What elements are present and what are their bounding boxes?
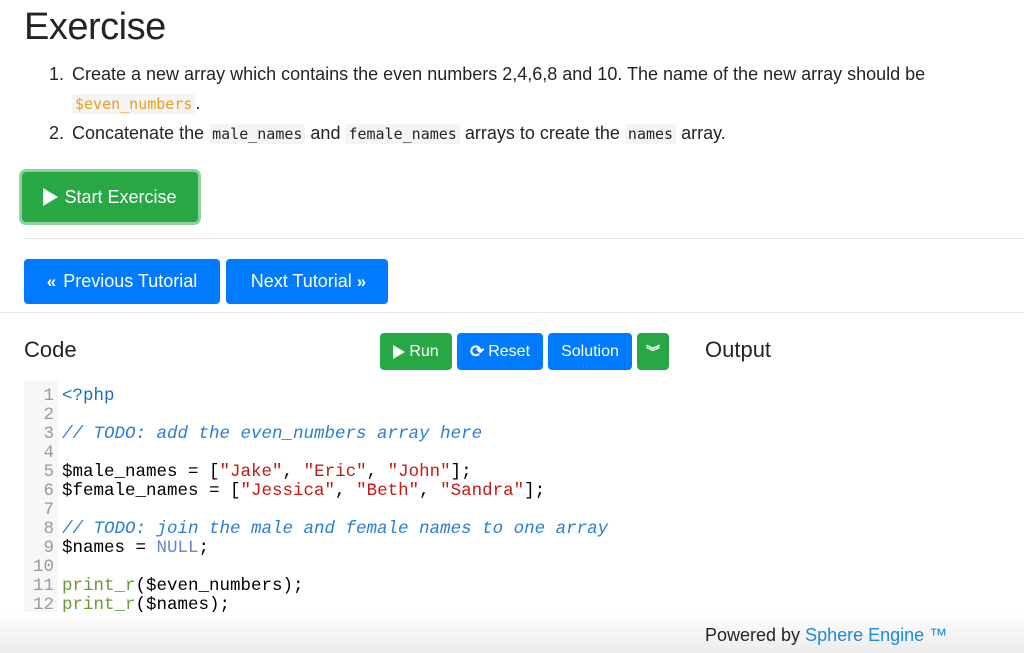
token-tag: <?php <box>62 386 115 406</box>
reset-button[interactable]: ⟳ Reset <box>457 333 543 370</box>
sphere-engine-link[interactable]: Sphere Engine ™ <box>805 625 947 645</box>
line-number: 8 <box>43 519 54 539</box>
line-number: 9 <box>43 538 54 558</box>
page-title: Exercise <box>24 6 166 48</box>
token-string: "Sandra" <box>440 481 525 501</box>
inline-code: names <box>624 124 677 144</box>
chevrons-left-icon: « <box>46 271 57 291</box>
token-comment: // TODO: join the male and female names … <box>62 519 609 539</box>
code-text: print_r($even_numbers); <box>62 577 304 596</box>
token: $male_names = [ <box>62 462 220 482</box>
token-func: print_r <box>62 576 136 596</box>
divider <box>24 238 1024 239</box>
code-editor[interactable]: 1 <?php 2 3 // TODO: add the even_numbers ar… <box>24 381 674 621</box>
instructions-list: 1. Create a new array which contains the… <box>40 60 1000 149</box>
refresh-icon: ⟳ <box>469 341 485 361</box>
line-number: 4 <box>43 443 54 463</box>
token: ]; <box>524 481 546 501</box>
previous-tutorial-button[interactable]: « Previous Tutorial <box>24 259 220 304</box>
play-icon <box>393 344 406 359</box>
line-number: 5 <box>43 462 54 482</box>
line-number: 6 <box>43 481 54 501</box>
instruction-item: 1. Create a new array which contains the… <box>40 60 1000 119</box>
token: ]; <box>450 462 472 482</box>
token-string: "Beth" <box>356 481 420 501</box>
inline-code: $even_numbers <box>72 94 196 114</box>
instruction-text: and <box>305 123 346 143</box>
instruction-text: Create a new array which contains the ev… <box>72 64 926 84</box>
instruction-item: 2. Concatenate the male_names and female… <box>40 119 1000 149</box>
code-text: <?php <box>62 387 115 406</box>
next-tutorial-button[interactable]: Next Tutorial » <box>226 259 388 304</box>
reset-label: Reset <box>488 342 531 360</box>
token-comment: // TODO: add the even_numbers array here <box>62 424 483 444</box>
footer: Powered by Sphere Engine ™ <box>705 625 947 646</box>
token-string: "Jessica" <box>240 481 336 501</box>
solution-button[interactable]: Solution <box>548 333 632 370</box>
instruction-text: array. <box>676 123 726 143</box>
previous-tutorial-label: Previous Tutorial <box>63 271 198 291</box>
token: $names = <box>62 538 157 558</box>
start-exercise-label: Start Exercise <box>64 186 177 207</box>
output-section-title: Output <box>705 337 772 362</box>
inline-code: male_names <box>209 124 306 144</box>
start-exercise-button[interactable]: Start Exercise <box>22 172 198 222</box>
solution-label: Solution <box>561 342 619 360</box>
code-text: // TODO: add the even_numbers array here <box>62 425 482 444</box>
token-string: "John" <box>387 462 451 482</box>
powered-by-text: Powered by <box>705 625 806 645</box>
line-number: 2 <box>43 405 54 425</box>
line-number: 7 <box>43 500 54 520</box>
code-section-title: Code <box>24 337 77 362</box>
token-string: "Jake" <box>219 462 283 482</box>
run-button[interactable]: Run <box>380 333 452 370</box>
line-number: 3 <box>43 424 54 444</box>
inline-code: female_names <box>345 124 460 144</box>
chevrons-down-icon: ︾ <box>646 343 660 360</box>
divider <box>0 312 1024 313</box>
token-const: NULL <box>156 538 199 558</box>
token: $female_names = [ <box>62 481 241 501</box>
line-number: 10 <box>32 557 54 577</box>
play-icon <box>43 188 59 206</box>
token: ($even_numbers); <box>135 576 304 596</box>
token: , <box>282 462 304 482</box>
code-text: $male_names = ["Jake", "Eric", "John"]; <box>62 463 472 482</box>
token-string: "Eric" <box>303 462 367 482</box>
line-number: 1 <box>43 386 54 406</box>
run-label: Run <box>409 342 439 360</box>
code-text: $female_names = ["Jessica", "Beth", "San… <box>62 482 545 501</box>
instruction-number: 2. <box>49 123 65 143</box>
expand-button[interactable]: ︾ <box>637 333 669 370</box>
token: , <box>419 481 441 501</box>
token: , <box>335 481 357 501</box>
instruction-text: arrays to create the <box>459 123 625 143</box>
instruction-text: Concatenate the <box>72 123 210 143</box>
next-tutorial-label: Next Tutorial <box>250 271 352 291</box>
chevrons-right-icon: » <box>356 271 367 291</box>
line-number: 11 <box>32 576 54 596</box>
token: , <box>366 462 388 482</box>
code-text: // TODO: join the male and female names … <box>62 520 608 539</box>
instruction-text: . <box>195 93 201 113</box>
code-text: $names = NULL; <box>62 539 209 558</box>
token: ; <box>198 538 210 558</box>
instruction-number: 1. <box>49 64 65 84</box>
